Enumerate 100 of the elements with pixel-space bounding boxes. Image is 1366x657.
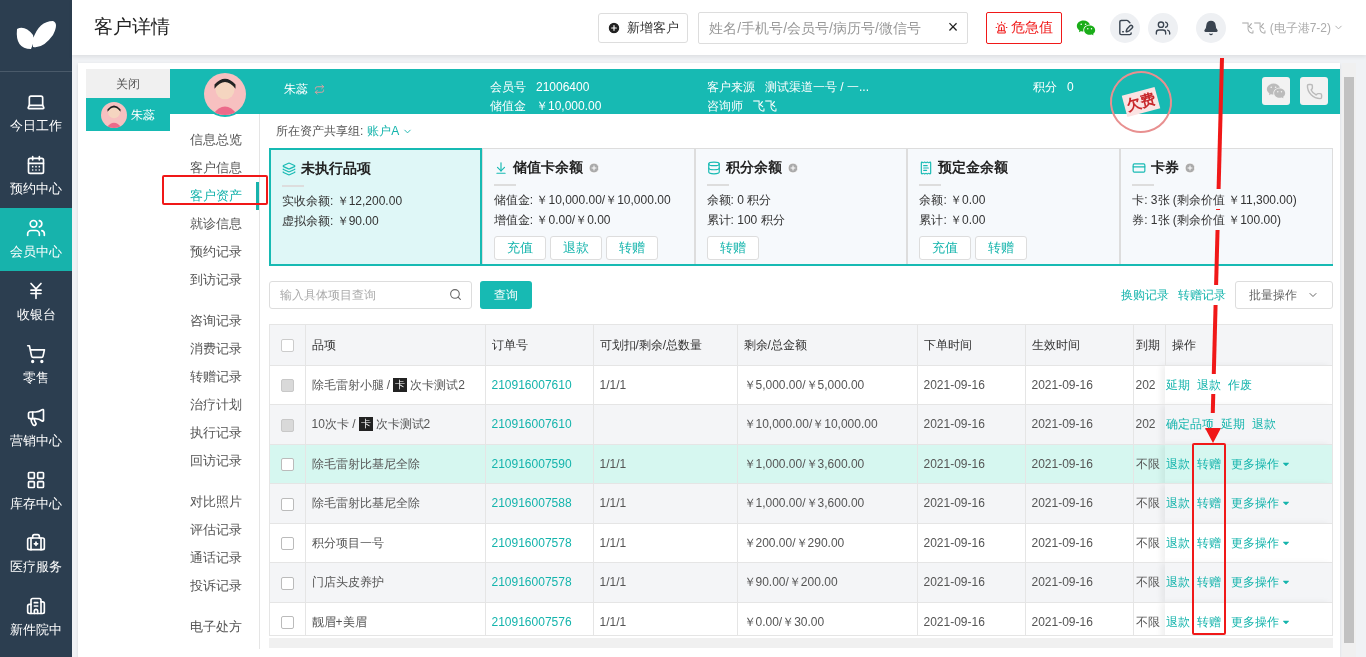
- action-link[interactable]: 退款: [1166, 573, 1190, 592]
- subnav-item[interactable]: 预约记录: [170, 238, 259, 266]
- subnav-item[interactable]: 客户信息: [170, 154, 259, 182]
- alert-button[interactable]: 危急值: [986, 11, 1063, 44]
- table-row[interactable]: 除毛雷射比基尼全除 210916007588 1/1/1 ￥1,000.00/￥3,600.00 2021-09-16 2021-09-16 不限 退款 转赠 更多操作: [270, 483, 1332, 523]
- avatar-icon: [204, 73, 246, 115]
- asset-group-dropdown[interactable]: 账户A: [367, 122, 414, 140]
- order-link[interactable]: 210916007578: [491, 575, 572, 590]
- row-checkbox[interactable]: [280, 616, 294, 630]
- subnav-item[interactable]: 到访记录: [170, 266, 259, 294]
- plus-icon[interactable]: [786, 161, 799, 174]
- subnav-item[interactable]: 评估记录: [170, 516, 259, 544]
- more-actions-dropdown[interactable]: 更多操作: [1231, 613, 1291, 631]
- table-row[interactable]: 靓眉+美眉 210916007576 1/1/1 ￥0.00/￥30.00 2021-09-16 2021-09-16 不限 退款 转赠 更多操作: [270, 602, 1332, 635]
- subnav-item[interactable]: 通话记录: [170, 544, 259, 572]
- action-link[interactable]: 退款: [1166, 613, 1190, 631]
- action-link[interactable]: 转赠: [1197, 494, 1221, 513]
- action-link[interactable]: 转赠: [1197, 454, 1221, 473]
- subnav-item[interactable]: 咨询记录: [170, 307, 259, 335]
- phone-button[interactable]: [1300, 77, 1328, 105]
- subnav-item[interactable]: 电子处方: [170, 613, 259, 641]
- user-menu[interactable]: 飞飞 (电子港7-2): [1242, 18, 1344, 37]
- record-link[interactable]: 转赠记录: [1178, 286, 1226, 304]
- action-link[interactable]: 转赠: [1197, 613, 1221, 631]
- order-link[interactable]: 210916007590: [491, 456, 572, 471]
- action-link[interactable]: 退款: [1166, 494, 1190, 513]
- card-action-button[interactable]: 充值: [493, 236, 546, 260]
- subnav-item[interactable]: 回访记录: [170, 447, 259, 475]
- order-link[interactable]: 210916007576: [491, 615, 572, 629]
- subnav-item[interactable]: 执行记录: [170, 419, 259, 447]
- batch-dropdown[interactable]: 批量操作: [1235, 281, 1333, 309]
- new-customer-button[interactable]: 新增客户: [598, 12, 689, 43]
- more-actions-dropdown[interactable]: 更多操作: [1231, 494, 1291, 513]
- plus-icon[interactable]: [1184, 161, 1197, 174]
- header-checkbox[interactable]: [280, 339, 294, 353]
- nav-item[interactable]: 医疗服务: [0, 523, 72, 586]
- nav-item[interactable]: 会员中心: [0, 208, 72, 271]
- subnav-item[interactable]: 治疗计划: [170, 391, 259, 419]
- more-actions-dropdown[interactable]: 更多操作: [1231, 454, 1291, 473]
- card-action-button[interactable]: 转赠: [975, 236, 1028, 260]
- order-link[interactable]: 210916007610: [491, 417, 572, 432]
- action-link[interactable]: 退款: [1166, 454, 1190, 473]
- action-link[interactable]: 延期: [1221, 415, 1245, 434]
- record-link[interactable]: 换购记录: [1121, 286, 1169, 304]
- more-actions-dropdown[interactable]: 更多操作: [1231, 573, 1291, 592]
- row-checkbox[interactable]: [280, 576, 294, 590]
- order-link[interactable]: 210916007610: [491, 377, 572, 392]
- quantity-text: 1/1/1: [599, 496, 627, 511]
- users-icon[interactable]: [1155, 19, 1172, 36]
- action-link[interactable]: 延期: [1166, 375, 1190, 394]
- asset-card[interactable]: 卡券 卡: 3张 (剩余价值 ￥11,300.00) 券: 1张 (剩余价值 ￥100.00): [1120, 148, 1333, 264]
- row-checkbox[interactable]: [280, 458, 294, 472]
- table-row[interactable]: 除毛雷射小腿 / 卡 次卡测试2 210916007610 1/1/1 ￥5,000.00/￥5,000.00 2021-09-16 2021-09-16 202 延期 退款 作废: [270, 365, 1332, 405]
- card-action-button[interactable]: 转赠: [605, 236, 658, 260]
- nav-item[interactable]: 库存中心: [0, 460, 72, 523]
- nav-item[interactable]: 收银台: [0, 271, 72, 334]
- subnav-item[interactable]: 信息总览: [170, 126, 259, 154]
- asset-card[interactable]: 预定金余额 余额: ￥0.00 累计: ￥0.00 充值 转赠: [907, 148, 1121, 264]
- action-link[interactable]: 退款: [1252, 415, 1276, 434]
- vertical-scrollbar[interactable]: [1342, 63, 1356, 657]
- more-actions-dropdown[interactable]: 更多操作: [1231, 533, 1291, 552]
- item-search-field[interactable]: 输入具体项目查询: [269, 281, 472, 309]
- subnav-item[interactable]: 客户资产: [170, 182, 259, 210]
- nav-item[interactable]: 营销中心: [0, 397, 72, 460]
- nav-item[interactable]: 预约中心: [0, 145, 72, 208]
- order-link[interactable]: 210916007588: [491, 496, 572, 511]
- customer-tab[interactable]: 朱蕊: [86, 98, 170, 131]
- subnav-item[interactable]: 对比照片: [170, 488, 259, 516]
- action-link[interactable]: 作废: [1228, 375, 1252, 394]
- query-button[interactable]: 查询: [480, 281, 532, 309]
- subnav-item[interactable]: 转赠记录: [170, 363, 259, 391]
- asset-card[interactable]: 未执行品项 实收余额: ￥12,200.00 虚拟余额: ￥90.00: [269, 148, 482, 264]
- row-checkbox[interactable]: [280, 537, 294, 551]
- row-checkbox[interactable]: [280, 497, 294, 511]
- card-action-button[interactable]: 转赠: [706, 236, 759, 260]
- nav-item[interactable]: 今日工作: [0, 82, 72, 145]
- clear-button[interactable]: ×: [947, 17, 959, 36]
- card-action-button[interactable]: 退款: [549, 236, 602, 260]
- subnav-item[interactable]: 消费记录: [170, 335, 259, 363]
- bell-icon[interactable]: [1203, 19, 1220, 36]
- table-row[interactable]: 积分项目一号 210916007578 1/1/1 ￥200.00/￥290.00 2021-09-16 2021-09-16 不限 退款 转赠 更多操作: [270, 523, 1332, 563]
- card-action-button[interactable]: 充值: [919, 236, 972, 260]
- swap-icon[interactable]: [314, 83, 325, 95]
- action-link[interactable]: 转赠: [1197, 533, 1221, 552]
- subnav-item[interactable]: 就诊信息: [170, 210, 259, 238]
- table-row[interactable]: 门店头皮养护 210916007578 1/1/1 ￥90.00/￥200.00 2021-09-16 2021-09-16 不限 退款 转赠 更多操作: [270, 562, 1332, 602]
- action-link[interactable]: 退款: [1166, 533, 1190, 552]
- document-pen-icon[interactable]: [1116, 19, 1134, 36]
- nav-item[interactable]: 零售: [0, 334, 72, 397]
- action-link[interactable]: 退款: [1197, 375, 1221, 394]
- wechat-button[interactable]: [1262, 77, 1290, 105]
- subnav-item[interactable]: 投诉记录: [170, 572, 259, 600]
- asset-card[interactable]: 积分余额 余额: 0 积分 累计: 100 积分 转赠: [694, 148, 908, 264]
- order-link[interactable]: 210916007578: [491, 535, 572, 550]
- action-link[interactable]: 转赠: [1197, 573, 1221, 592]
- close-tab[interactable]: 关闭: [86, 69, 170, 98]
- nav-item[interactable]: 新件院中: [0, 586, 72, 649]
- asset-card[interactable]: 储值卡余额 储值金: ￥10,000.00/￥10,000.00 增值金: ￥0.00/￥0.00 充值 退款 转赠: [481, 148, 695, 264]
- table-row[interactable]: 除毛雷射比基尼全除 210916007590 1/1/1 ￥1,000.00/￥3,600.00 2021-09-16 2021-09-16 不限 退款 转赠 更多操作: [270, 444, 1332, 484]
- plus-icon[interactable]: [587, 161, 600, 174]
